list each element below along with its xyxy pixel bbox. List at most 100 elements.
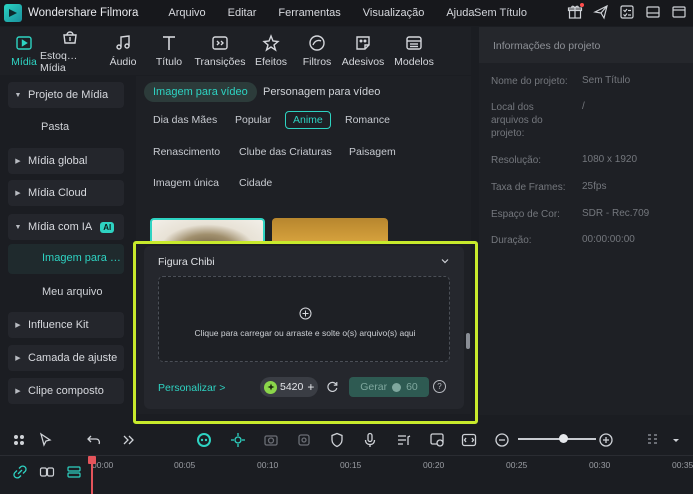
tag-dia-das-maes[interactable]: Dia das Mães <box>153 114 217 126</box>
info-value: 00:00:00:00 <box>582 234 635 245</box>
sidebar-item-pasta[interactable]: Pasta <box>41 121 69 133</box>
menu-ferramentas[interactable]: Ferramentas <box>278 7 340 19</box>
menu-visualizacao[interactable]: Visualização <box>363 7 425 19</box>
sidebar-item-midia-cloud[interactable]: ▶ Mídia Cloud <box>8 180 124 206</box>
track-snap-icon[interactable] <box>66 464 82 480</box>
info-label: Nome do projeto: <box>491 76 568 87</box>
playhead-handle[interactable] <box>88 456 96 464</box>
text-icon <box>163 36 175 50</box>
tab-midia[interactable]: Mídia <box>8 27 40 75</box>
caret-down-icon: ▼ <box>14 91 22 99</box>
more-forward-icon[interactable] <box>120 432 136 448</box>
select-cursor-icon[interactable] <box>38 432 54 448</box>
gift-icon[interactable] <box>567 3 584 20</box>
ruler-label: 00:05 <box>174 460 196 470</box>
tag-imagem-unica[interactable]: Imagem única <box>153 177 219 189</box>
sidebar-item-midia-com-ia[interactable]: ▼ Mídia com IA AI <box>8 214 124 240</box>
send-icon[interactable] <box>593 4 609 20</box>
ruler-label: 00:20 <box>423 460 445 470</box>
tag-renascimento[interactable]: Renascimento <box>153 146 220 158</box>
tab-efeitos[interactable]: Efeitos <box>248 27 294 75</box>
microphone-icon[interactable] <box>362 432 378 448</box>
caret-right-icon: ▶ <box>15 158 21 165</box>
ai-mascot-icon[interactable] <box>196 432 212 448</box>
preview-render-icon[interactable] <box>429 432 445 448</box>
sidebar-item-midia-global[interactable]: ▶ Mídia global <box>8 148 124 174</box>
timeline-toolbar <box>0 426 693 454</box>
tab-estoque-midia[interactable]: Estoq…Mídia <box>40 27 100 75</box>
sidebar: ▼ Projeto de Mídia Pasta ▶ Mídia global … <box>0 76 134 414</box>
camera-icon[interactable] <box>263 432 279 448</box>
ai-effect-icon[interactable] <box>230 432 246 448</box>
subtab-personagem-para-video[interactable]: Personagem para vídeo <box>254 82 389 102</box>
sidebar-item-projeto-de-midia[interactable]: ▼ Projeto de Mídia <box>8 82 124 108</box>
dropdown-caret-icon[interactable] <box>668 432 684 448</box>
template-icon <box>406 36 422 50</box>
info-label: Local dos arquivos do projeto: <box>491 102 543 139</box>
info-value: 25fps <box>582 181 607 192</box>
subtab-imagem-para-video[interactable]: Imagem para vídeo <box>144 82 257 102</box>
timeline-ruler[interactable]: 00:00 00:05 00:10 00:15 00:20 00:25 00:3… <box>0 455 693 494</box>
info-value: 1080 x 1920 <box>582 154 638 165</box>
tab-titulo[interactable]: Título <box>146 27 192 75</box>
menu-bar: Arquivo Editar Ferramentas Visualização … <box>168 7 496 19</box>
menu-ajuda[interactable]: Ajuda <box>446 7 474 19</box>
ruler-label: 00:15 <box>340 460 362 470</box>
media-toolbar: Mídia Estoq…Mídia Áudio Título Transiçõe… <box>0 27 471 75</box>
caret-down-icon: ▼ <box>14 223 22 231</box>
caret-right-icon: ▶ <box>15 322 21 329</box>
tab-transicoes[interactable]: Transições <box>192 27 248 75</box>
link-icon[interactable] <box>12 464 28 480</box>
tag-clube-das-criaturas[interactable]: Clube das Criaturas <box>239 146 332 158</box>
project-info-title: Informações do projeto <box>493 40 601 52</box>
checklist-icon[interactable] <box>619 4 635 20</box>
info-value: Sem Título <box>582 75 631 86</box>
zoom-out-icon[interactable] <box>494 432 510 448</box>
highlight-frame <box>133 241 478 424</box>
app-name: Wondershare Filmora <box>28 7 139 19</box>
zoom-in-icon[interactable] <box>598 432 614 448</box>
maximize-icon[interactable] <box>671 4 687 20</box>
info-value: / <box>582 101 585 112</box>
fit-timeline-icon[interactable] <box>461 432 477 448</box>
menu-arquivo[interactable]: Arquivo <box>168 7 205 19</box>
tab-modelos[interactable]: Modelos <box>386 27 442 75</box>
info-label: Resolução: <box>491 155 542 166</box>
sidebar-item-camada-de-ajuste[interactable]: ▶ Camada de ajuste <box>8 345 124 371</box>
menu-editar[interactable]: Editar <box>228 7 257 19</box>
layout-grid-icon[interactable] <box>12 432 28 448</box>
audio-list-icon[interactable] <box>396 432 412 448</box>
tab-adesivos[interactable]: Adesivos <box>340 27 386 75</box>
zoom-slider-track[interactable] <box>518 438 596 440</box>
info-label: Duração: <box>491 235 532 246</box>
tag-cidade[interactable]: Cidade <box>239 177 272 189</box>
minimize-icon[interactable] <box>645 4 661 20</box>
tag-romance[interactable]: Romance <box>345 114 390 126</box>
effects-icon <box>262 34 280 52</box>
sidebar-item-imagem-para-video[interactable]: Imagem para … <box>42 252 121 264</box>
zoom-slider-knob[interactable] <box>559 434 568 443</box>
project-title: Sem Título <box>474 7 527 19</box>
shield-icon[interactable] <box>329 432 345 448</box>
tag-popular[interactable]: Popular <box>235 114 271 126</box>
filmora-logo-icon <box>4 4 22 22</box>
grid-handle-icon[interactable] <box>645 432 661 448</box>
tab-audio[interactable]: Áudio <box>100 27 146 75</box>
ruler-label: 00:10 <box>257 460 279 470</box>
sidebar-item-clipe-composto[interactable]: ▶ Clipe composto <box>8 378 124 404</box>
tag-anime[interactable]: Anime <box>285 111 331 129</box>
tab-filtros[interactable]: Filtros <box>294 27 340 75</box>
tag-paisagem[interactable]: Paisagem <box>349 146 396 158</box>
sidebar-item-meu-arquivo[interactable]: Meu arquivo <box>42 286 103 298</box>
caret-right-icon: ▶ <box>15 355 21 362</box>
stock-media-icon <box>63 31 77 44</box>
music-note-icon <box>116 35 130 50</box>
ruler-label: 00:30 <box>589 460 611 470</box>
stabilize-icon[interactable] <box>296 432 312 448</box>
sidebar-item-influence-kit[interactable]: ▶ Influence Kit <box>8 312 124 338</box>
undo-icon[interactable] <box>86 432 102 448</box>
track-link-icon[interactable] <box>39 464 55 480</box>
transition-icon <box>212 36 228 50</box>
info-label: Espaço de Cor: <box>491 209 560 220</box>
project-info-panel: Informações do projeto Nome do projeto: … <box>479 27 693 415</box>
